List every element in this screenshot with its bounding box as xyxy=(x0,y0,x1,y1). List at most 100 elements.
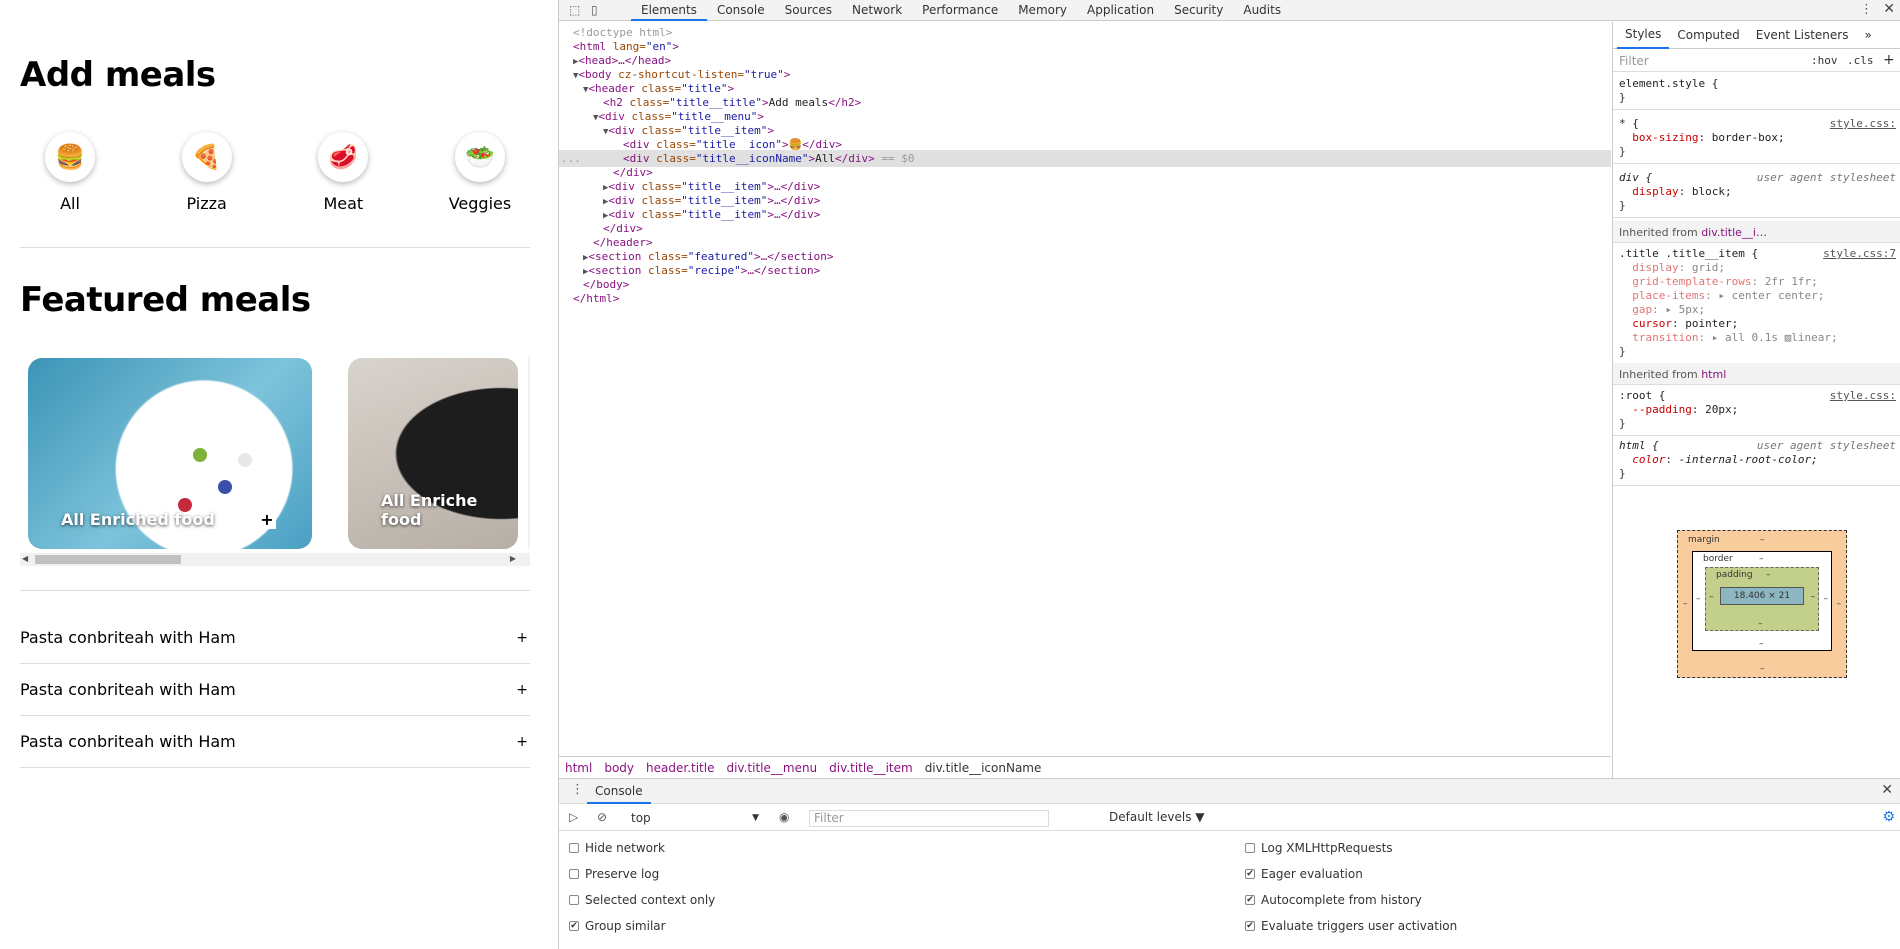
console-option[interactable]: ✔ Group similar xyxy=(569,919,666,933)
close-drawer-icon[interactable]: ✕ xyxy=(1881,782,1893,798)
scroll-left-icon[interactable]: ◀ xyxy=(22,554,28,563)
expand-button[interactable]: + xyxy=(516,630,528,646)
inspect-element-icon[interactable]: ⬚ xyxy=(569,3,580,17)
recipe-row[interactable]: Pasta conbriteah with Ham + xyxy=(20,716,530,768)
style-rule[interactable]: :root {style.css: --padding: 20px; } xyxy=(1613,385,1900,436)
category-pizza[interactable]: 🍕 Pizza xyxy=(157,132,257,213)
console-option[interactable]: Preserve log xyxy=(569,867,659,881)
breadcrumb-item[interactable]: div.title__item xyxy=(829,761,913,775)
css-value[interactable]: grid; xyxy=(1692,261,1725,274)
style-rule[interactable]: * {style.css: box-sizing: border-box; } xyxy=(1613,113,1900,164)
console-option[interactable]: Selected context only xyxy=(569,893,715,907)
sidebar-toggle-icon[interactable]: ▷ xyxy=(569,810,578,824)
close-icon[interactable]: ✕ xyxy=(1883,1,1895,17)
dom-line[interactable]: </html> xyxy=(559,290,1611,307)
style-rule[interactable]: element.style { } xyxy=(1613,73,1900,110)
tab-console[interactable]: Console xyxy=(707,0,775,21)
device-toolbar-icon[interactable]: ▯ xyxy=(591,3,598,17)
checkbox-checked[interactable]: ✔ xyxy=(1245,869,1255,879)
checkbox[interactable] xyxy=(569,843,579,853)
css-value[interactable]: pointer; xyxy=(1685,317,1738,330)
tab-memory[interactable]: Memory xyxy=(1008,0,1077,21)
console-option[interactable]: Hide network xyxy=(569,841,665,855)
css-value[interactable]: border-box; xyxy=(1712,131,1785,144)
css-property[interactable]: transition xyxy=(1632,331,1698,344)
scrollbar-thumb[interactable] xyxy=(35,555,181,564)
tab-security[interactable]: Security xyxy=(1164,0,1233,21)
css-value[interactable]: 2fr 1fr; xyxy=(1765,275,1818,288)
category-meat[interactable]: 🥩 Meat xyxy=(293,132,393,213)
tab-application[interactable]: Application xyxy=(1077,0,1164,21)
css-value[interactable]: ▸ all 0.1s ▨linear; xyxy=(1712,331,1838,344)
console-option[interactable]: Log XMLHttpRequests xyxy=(1245,841,1393,855)
recipe-row[interactable]: Pasta conbriteah with Ham + xyxy=(20,664,530,716)
scroll-right-icon[interactable]: ▶ xyxy=(510,554,516,563)
live-expression-eye-icon[interactable]: ◉ xyxy=(779,810,789,824)
checkbox[interactable] xyxy=(569,869,579,879)
add-button[interactable]: + xyxy=(258,511,276,529)
checkbox-checked[interactable]: ✔ xyxy=(1245,921,1255,931)
box-model-margin[interactable]: margin – – – – border – – – – padding – … xyxy=(1677,530,1847,678)
css-property[interactable]: grid-template-rows xyxy=(1632,275,1751,288)
inherited-link[interactable]: html xyxy=(1701,368,1726,381)
css-property[interactable]: display xyxy=(1632,261,1678,274)
css-property[interactable]: gap xyxy=(1632,303,1652,316)
drawer-menu-icon[interactable]: ⋮ xyxy=(571,782,584,797)
source-link[interactable]: style.css:7 xyxy=(1823,247,1896,261)
checkbox-checked[interactable]: ✔ xyxy=(569,921,579,931)
expand-button[interactable]: + xyxy=(516,682,528,698)
css-property[interactable]: place-items xyxy=(1632,289,1705,302)
css-value[interactable]: ▸ 5px; xyxy=(1665,303,1705,316)
css-value[interactable]: 20px; xyxy=(1705,403,1738,416)
style-rule[interactable]: div {user agent stylesheet display: bloc… xyxy=(1613,167,1900,218)
horizontal-scrollbar[interactable]: ◀ ▶ xyxy=(20,553,530,566)
checkbox[interactable] xyxy=(1245,843,1255,853)
new-rule-button[interactable]: + xyxy=(1883,52,1895,68)
featured-card[interactable]: All Enriched food + xyxy=(28,358,312,549)
styles-filter-input[interactable]: Filter xyxy=(1619,54,1649,68)
tab-sources[interactable]: Sources xyxy=(775,0,842,21)
source-link[interactable]: style.css: xyxy=(1830,389,1896,403)
log-levels-dropdown[interactable]: Default levels ▼ xyxy=(1109,810,1205,824)
context-select[interactable]: top ▼ xyxy=(631,809,759,827)
console-option[interactable]: ✔ Evaluate triggers user activation xyxy=(1245,919,1457,933)
breadcrumb-item[interactable]: html xyxy=(565,761,592,775)
recipe-row[interactable]: Pasta conbriteah with Ham + xyxy=(20,612,530,664)
tab-console-drawer[interactable]: Console xyxy=(587,779,651,804)
console-option[interactable]: ✔ Autocomplete from history xyxy=(1245,893,1422,907)
source-link[interactable]: style.css: xyxy=(1830,117,1896,131)
more-tabs-icon[interactable]: » xyxy=(1856,22,1879,48)
featured-carousel[interactable]: All Enriched food + All Enriche food ▲ ▼… xyxy=(20,356,530,569)
dom-tree[interactable]: <!doctype html> <html lang="en"> ▶<head>… xyxy=(559,22,1611,756)
css-property[interactable]: box-sizing xyxy=(1632,131,1698,144)
gear-icon[interactable]: ⚙ xyxy=(1882,809,1895,825)
inherited-link[interactable]: div.title__i… xyxy=(1701,226,1767,239)
tab-elements[interactable]: Elements xyxy=(631,0,707,21)
css-property[interactable]: --padding xyxy=(1632,403,1692,416)
featured-card[interactable]: All Enriche food xyxy=(348,358,518,549)
checkbox[interactable] xyxy=(569,895,579,905)
style-rule[interactable]: .title .title__item {style.css:7 display… xyxy=(1613,243,1900,364)
style-rule[interactable]: html {user agent stylesheet color: -inte… xyxy=(1613,435,1900,486)
checkbox-checked[interactable]: ✔ xyxy=(1245,895,1255,905)
category-all[interactable]: 🍔 All xyxy=(20,132,120,213)
more-options-icon[interactable]: ⋮ xyxy=(1860,2,1873,17)
tab-computed[interactable]: Computed xyxy=(1669,22,1747,48)
tab-audits[interactable]: Audits xyxy=(1233,0,1291,21)
css-value[interactable]: ▸ center center; xyxy=(1718,289,1824,302)
breadcrumb-item-current[interactable]: div.title__iconName xyxy=(925,761,1042,775)
tab-performance[interactable]: Performance xyxy=(912,0,1008,21)
tab-network[interactable]: Network xyxy=(842,0,912,21)
cls-toggle[interactable]: .cls xyxy=(1847,54,1874,67)
category-veggies[interactable]: 🥗 Veggies xyxy=(430,132,530,213)
box-model-content[interactable]: 18.406 × 21 xyxy=(1720,587,1804,605)
expand-button[interactable]: + xyxy=(516,734,528,750)
tab-event-listeners[interactable]: Event Listeners xyxy=(1748,22,1857,48)
vertical-scrollbar[interactable]: ▲ ▼ xyxy=(528,356,530,549)
box-model-padding[interactable]: padding – – – – 18.406 × 21 xyxy=(1705,567,1819,631)
console-option[interactable]: ✔ Eager evaluation xyxy=(1245,867,1363,881)
console-filter-input[interactable]: Filter xyxy=(809,810,1049,827)
box-model-border[interactable]: border – – – – padding – – – – 18.406 × … xyxy=(1692,551,1832,651)
css-property[interactable]: cursor xyxy=(1632,317,1672,330)
breadcrumb-item[interactable]: div.title__menu xyxy=(726,761,817,775)
